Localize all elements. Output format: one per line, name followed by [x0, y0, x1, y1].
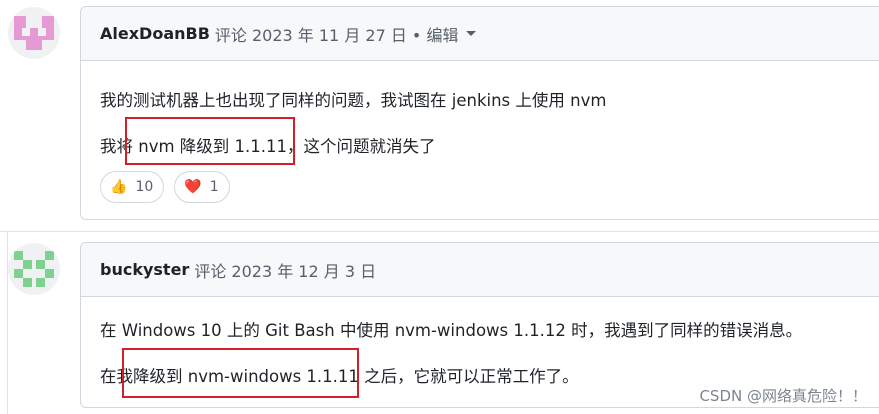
reaction-thumbs-up[interactable]: 👍 10: [100, 171, 165, 203]
reactions-bar: 👍 10 ❤️ 1: [100, 171, 230, 203]
comment-header: buckyster 评论 2023 年 12 月 3 日: [81, 243, 879, 297]
heart-icon: ❤️: [184, 179, 202, 195]
reaction-count: 1: [209, 179, 219, 195]
comment-text: 在 Windows 10 上的 Git Bash 中使用 nvm-windows…: [100, 321, 803, 340]
avatar[interactable]: [8, 7, 60, 59]
comment-text: 我的测试机器上也出现了同样的问题，我试图在 jenkins 上使用 nvm: [100, 91, 607, 110]
chevron-down-icon[interactable]: [466, 31, 477, 36]
divider: [0, 231, 879, 232]
comment-text: 在我降级到 nvm-windows 1.1.11 之后，它就可以正常工作了。: [100, 367, 579, 386]
avatar[interactable]: [8, 243, 60, 295]
comment-header: AlexDoanBB 评论 2023 年 11 月 27 日 • 编辑: [81, 7, 879, 61]
comment-card: AlexDoanBB 评论 2023 年 11 月 27 日 • 编辑 我的测试…: [80, 6, 879, 220]
comment-author[interactable]: buckyster: [100, 260, 189, 279]
reaction-count: 10: [135, 179, 154, 195]
comment-meta[interactable]: 评论 2023 年 12 月 3 日: [194, 258, 376, 282]
comment-card: buckyster 评论 2023 年 12 月 3 日 在 Windows 1…: [80, 242, 879, 408]
comment-author[interactable]: AlexDoanBB: [100, 24, 210, 43]
comment-meta[interactable]: 评论 2023 年 11 月 27 日 • 编辑: [215, 22, 459, 46]
watermark: CSDN @网络真危险！！: [699, 387, 867, 405]
divider: [7, 232, 8, 414]
comment-text: 我将 nvm 降级到 1.1.11，这个问题就消失了: [100, 137, 436, 156]
reaction-heart[interactable]: ❤️ 1: [174, 171, 230, 203]
thumbs-up-icon: 👍: [110, 179, 128, 195]
